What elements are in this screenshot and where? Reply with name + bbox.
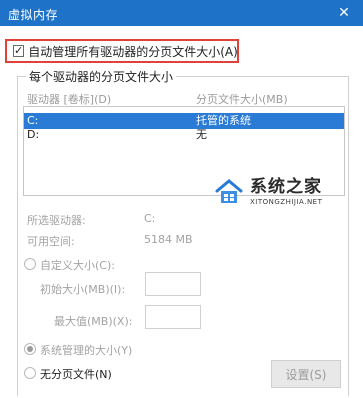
initial-size-input[interactable] xyxy=(145,272,201,296)
free-space-value: 5184 MB xyxy=(144,233,193,246)
house-logo-icon xyxy=(214,177,244,207)
max-size-input[interactable] xyxy=(145,305,201,329)
no-paging-file-radio[interactable] xyxy=(24,367,36,379)
custom-size-label: 自定义大小(C): xyxy=(40,259,115,272)
set-button[interactable]: 设置(S) xyxy=(271,360,341,388)
max-size-label: 最大值(MB)(X): xyxy=(54,315,133,328)
close-icon[interactable]: ✕ xyxy=(335,4,353,22)
auto-manage-checkbox[interactable]: ✓ xyxy=(13,45,25,57)
initial-size-label: 初始大小(MB)(I): xyxy=(40,283,126,296)
group-title: 每个驱动器的分页文件大小 xyxy=(26,68,177,85)
no-paging-file-label: 无分页文件(N) xyxy=(40,368,112,381)
watermark-url: XITONGZHIJIA.NET xyxy=(250,197,323,206)
watermark: 系统之家 XITONGZHIJIA.NET xyxy=(214,172,354,212)
custom-size-radio[interactable] xyxy=(24,258,36,270)
drive-letter: D: xyxy=(27,128,40,141)
auto-manage-label: 自动管理所有驱动器的分页文件大小(A) xyxy=(28,44,238,59)
system-managed-radio[interactable] xyxy=(24,343,36,355)
window-title: 虚拟内存 xyxy=(8,8,59,22)
selected-drive-label: 所选驱动器: xyxy=(27,214,86,227)
column-size-header: 分页文件大小(MB) xyxy=(196,93,288,106)
column-drive-header: 驱动器 [卷标](D) xyxy=(27,93,112,106)
free-space-label: 可用空间: xyxy=(27,235,75,248)
selected-drive-value: C: xyxy=(144,212,156,225)
drive-paging-size: 无 xyxy=(196,128,207,141)
title-bar: 虚拟内存 ✕ xyxy=(0,0,363,26)
drive-row-d[interactable]: D: 无 xyxy=(24,127,344,143)
watermark-title: 系统之家 xyxy=(250,176,322,197)
auto-manage-option[interactable]: ✓ 自动管理所有驱动器的分页文件大小(A) xyxy=(5,39,239,63)
system-managed-label: 系统管理的大小(Y) xyxy=(40,344,133,357)
